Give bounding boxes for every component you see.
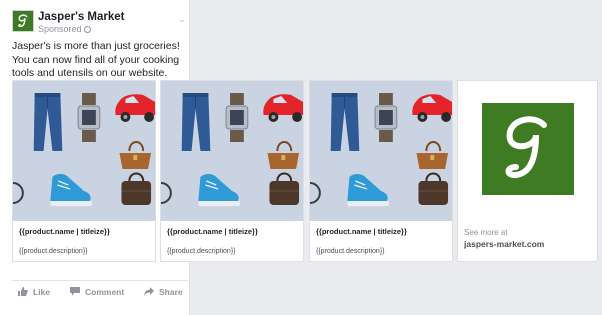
see-more-domain[interactable]: jaspers-market.com bbox=[464, 239, 544, 249]
product-name: {{product.name | titleize}} bbox=[167, 227, 258, 236]
like-button[interactable]: Like bbox=[18, 287, 50, 297]
product-description: {{product.description}} bbox=[316, 248, 385, 255]
carousel-card[interactable]: {{product.name | titleize}} {{product.de… bbox=[309, 80, 453, 262]
product-image[interactable] bbox=[310, 81, 452, 221]
product-description: {{product.description}} bbox=[167, 248, 236, 255]
post-header: Jasper's Market Sponsored ⌄ bbox=[12, 10, 188, 38]
product-name: {{product.name | titleize}} bbox=[19, 227, 110, 236]
carousel-card[interactable]: {{product.name | titleize}} {{product.de… bbox=[160, 80, 304, 262]
page-logo[interactable] bbox=[12, 10, 34, 32]
brand-logo bbox=[482, 103, 574, 195]
see-more-card[interactable]: See more at jaspers-market.com bbox=[457, 80, 598, 262]
chevron-down-icon[interactable]: ⌄ bbox=[177, 14, 187, 24]
divider bbox=[12, 280, 188, 281]
page-name[interactable]: Jasper's Market bbox=[38, 11, 124, 23]
globe-icon bbox=[83, 26, 91, 33]
carousel-card[interactable]: {{product.name | titleize}} {{product.de… bbox=[12, 80, 156, 262]
sponsored-label: Sponsored bbox=[38, 24, 91, 34]
product-name: {{product.name | titleize}} bbox=[316, 227, 407, 236]
product-description: {{product.description}} bbox=[19, 248, 88, 255]
action-bar: Like Comment Share bbox=[12, 287, 188, 303]
comment-icon bbox=[70, 287, 80, 296]
comment-button[interactable]: Comment bbox=[70, 287, 124, 297]
share-icon bbox=[144, 287, 154, 296]
product-image[interactable] bbox=[13, 81, 155, 221]
share-button[interactable]: Share bbox=[144, 287, 183, 297]
see-more-label: See more at bbox=[464, 228, 508, 237]
like-icon bbox=[18, 287, 28, 296]
post-text: Jasper's is more than just groceries! Yo… bbox=[12, 40, 180, 79]
product-image[interactable] bbox=[161, 81, 303, 221]
